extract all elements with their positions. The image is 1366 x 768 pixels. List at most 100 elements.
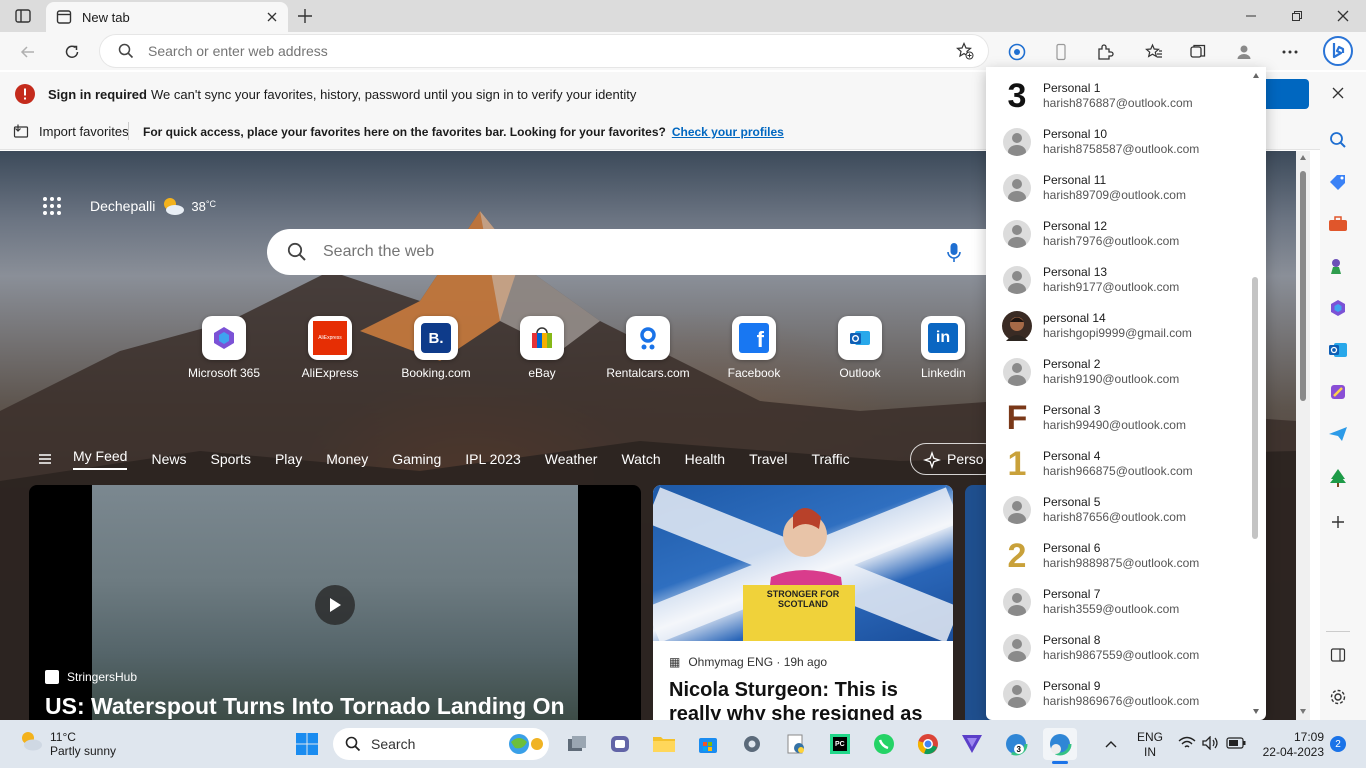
feed-menu-icon[interactable] bbox=[37, 452, 53, 466]
restore-button[interactable] bbox=[1274, 0, 1320, 32]
feed-tab[interactable]: My Feed bbox=[73, 448, 128, 470]
profile-item[interactable]: Personal 13 harish9177@outlook.com bbox=[986, 257, 1248, 303]
games-icon[interactable] bbox=[1325, 253, 1351, 279]
new-tab-button[interactable] bbox=[296, 7, 314, 25]
profile-item[interactable]: Personal 5 harish87656@outlook.com bbox=[986, 487, 1248, 533]
feed-tab[interactable]: Travel bbox=[749, 451, 787, 467]
address-input[interactable] bbox=[148, 41, 908, 61]
whatsapp-icon[interactable] bbox=[867, 728, 901, 760]
microphone-icon[interactable] bbox=[946, 242, 962, 264]
pycharm-icon[interactable]: PC bbox=[823, 728, 857, 760]
settings-gear-icon[interactable] bbox=[1325, 684, 1351, 710]
taskbar-weather-icon[interactable] bbox=[18, 728, 44, 754]
task-view-icon[interactable] bbox=[560, 728, 594, 760]
news-card-video[interactable]: StringersHub US: Waterspout Turns Into T… bbox=[29, 485, 641, 725]
import-favorites-button[interactable]: Import favorites bbox=[13, 123, 129, 139]
scroll-up-icon[interactable] bbox=[1300, 155, 1306, 160]
web-search-box[interactable] bbox=[267, 229, 990, 275]
feed-tab[interactable]: Traffic bbox=[811, 451, 849, 467]
close-window-button[interactable] bbox=[1320, 0, 1366, 32]
card-headline[interactable]: US: Waterspout Turns Into Tornado Landin… bbox=[45, 693, 565, 720]
profile-item[interactable]: F Personal 3 harish99490@outlook.com bbox=[986, 395, 1248, 441]
menu-scroll-up-icon[interactable] bbox=[1253, 73, 1259, 78]
tab-new-tab[interactable]: New tab bbox=[46, 2, 288, 32]
feed-tab[interactable]: News bbox=[151, 451, 186, 467]
weather-widget[interactable]: Dechepalli 38°C bbox=[90, 195, 216, 217]
bing-icon[interactable] bbox=[1322, 35, 1354, 67]
more-options-icon[interactable] bbox=[1276, 38, 1304, 66]
clock[interactable]: 17:09 22-04-2023 bbox=[1258, 730, 1324, 760]
scroll-thumb[interactable] bbox=[1300, 171, 1306, 401]
phone-icon[interactable] bbox=[1047, 38, 1075, 66]
news-card[interactable]: STRONGER FOR SCOTLAND ▦ Ohmymag ENG · 19… bbox=[653, 485, 953, 725]
tree-icon[interactable] bbox=[1325, 465, 1351, 491]
vpn-icon[interactable] bbox=[955, 728, 989, 760]
profile-item[interactable]: Personal 8 harish9867559@outlook.com bbox=[986, 625, 1248, 671]
feed-tab[interactable]: Play bbox=[275, 451, 302, 467]
chrome-icon[interactable] bbox=[911, 728, 945, 760]
teams-chat-icon[interactable] bbox=[603, 728, 637, 760]
edge-active-icon[interactable] bbox=[1043, 728, 1077, 760]
add-sidebar-app-icon[interactable] bbox=[1325, 509, 1351, 535]
menu-scroll-down-icon[interactable] bbox=[1253, 709, 1259, 714]
copilot-badge-icon[interactable] bbox=[1003, 38, 1031, 66]
profile-item[interactable]: Personal 9 harish9869676@outlook.com bbox=[986, 671, 1248, 717]
apps-grid-icon[interactable] bbox=[42, 196, 62, 216]
profile-item[interactable]: Personal 2 harish9190@outlook.com bbox=[986, 349, 1248, 395]
close-sidebar-icon[interactable] bbox=[1325, 80, 1351, 106]
quick-link-aliexpress[interactable]: AliExpress AliExpress bbox=[285, 316, 375, 380]
close-tab-icon[interactable] bbox=[266, 11, 278, 23]
language-indicator[interactable]: ENG IN bbox=[1136, 730, 1164, 760]
taskbar-weather[interactable]: 11°C Partly sunny bbox=[50, 730, 116, 758]
quick-link-outlook[interactable]: Outlook bbox=[815, 316, 905, 380]
designer-icon[interactable] bbox=[1325, 379, 1351, 405]
profile-item[interactable]: 3 Personal 1 harish876887@outlook.com bbox=[986, 73, 1248, 119]
settings-icon[interactable] bbox=[735, 728, 769, 760]
profile-icon[interactable] bbox=[1230, 38, 1258, 66]
feed-tab[interactable]: Watch bbox=[621, 451, 660, 467]
feed-tab[interactable]: Sports bbox=[210, 451, 250, 467]
profile-item[interactable]: 1 Personal 4 harish966875@outlook.com bbox=[986, 441, 1248, 487]
address-bar[interactable] bbox=[100, 35, 988, 67]
tab-actions-icon[interactable] bbox=[14, 7, 32, 25]
profile-item[interactable]: Personal 11 harish89709@outlook.com bbox=[986, 165, 1248, 211]
check-profiles-link[interactable]: Check your profiles bbox=[672, 125, 784, 139]
feed-tab[interactable]: Gaming bbox=[392, 451, 441, 467]
file-explorer-icon[interactable] bbox=[647, 728, 681, 760]
quick-link-booking[interactable]: B. Booking.com bbox=[391, 316, 481, 380]
page-scrollbar[interactable] bbox=[1296, 151, 1310, 720]
quick-link-rentalcars[interactable]: Rentalcars.com bbox=[603, 316, 693, 380]
favorites-icon[interactable] bbox=[1140, 38, 1168, 66]
profile-item[interactable]: 2 Personal 6 harish9889875@outlook.com bbox=[986, 533, 1248, 579]
feed-tab[interactable]: Weather bbox=[545, 451, 598, 467]
profile-item[interactable]: Personal 7 harish3559@outlook.com bbox=[986, 579, 1248, 625]
minimize-button[interactable] bbox=[1228, 0, 1274, 32]
profile-item[interactable]: Personal 12 harish7976@outlook.com bbox=[986, 211, 1248, 257]
send-icon[interactable] bbox=[1325, 421, 1351, 447]
collections-icon[interactable] bbox=[1184, 38, 1212, 66]
back-button[interactable] bbox=[14, 38, 42, 66]
profile-item[interactable]: Personal 10 harish8758587@outlook.com bbox=[986, 119, 1248, 165]
volume-icon[interactable] bbox=[1202, 736, 1220, 750]
search-icon[interactable] bbox=[1325, 127, 1351, 153]
python-file-icon[interactable] bbox=[779, 728, 813, 760]
extensions-icon[interactable] bbox=[1091, 38, 1119, 66]
wifi-icon[interactable] bbox=[1178, 736, 1196, 750]
quick-link-linkedin[interactable]: in Linkedin bbox=[921, 316, 985, 380]
microsoft365-icon[interactable] bbox=[1325, 295, 1351, 321]
quick-link-ebay[interactable]: eBay bbox=[497, 316, 587, 380]
signin-button[interactable] bbox=[1262, 79, 1309, 109]
shopping-tag-icon[interactable] bbox=[1325, 169, 1351, 195]
outlook-icon[interactable] bbox=[1325, 337, 1351, 363]
quick-link-microsoft365[interactable]: Microsoft 365 bbox=[179, 316, 269, 380]
play-button[interactable] bbox=[315, 585, 355, 625]
profile-item[interactable]: personal 14 harishgopi9999@gmail.com bbox=[986, 303, 1248, 349]
menu-scroll-thumb[interactable] bbox=[1252, 277, 1258, 539]
feed-tab[interactable]: Health bbox=[685, 451, 725, 467]
feed-tab[interactable]: Money bbox=[326, 451, 368, 467]
notification-badge[interactable]: 2 bbox=[1330, 736, 1346, 752]
add-favorite-icon[interactable] bbox=[956, 42, 974, 60]
show-hidden-icons-icon[interactable] bbox=[1094, 728, 1128, 760]
quick-link-facebook[interactable]: f Facebook bbox=[709, 316, 799, 380]
hide-sidebar-icon[interactable] bbox=[1325, 642, 1351, 668]
